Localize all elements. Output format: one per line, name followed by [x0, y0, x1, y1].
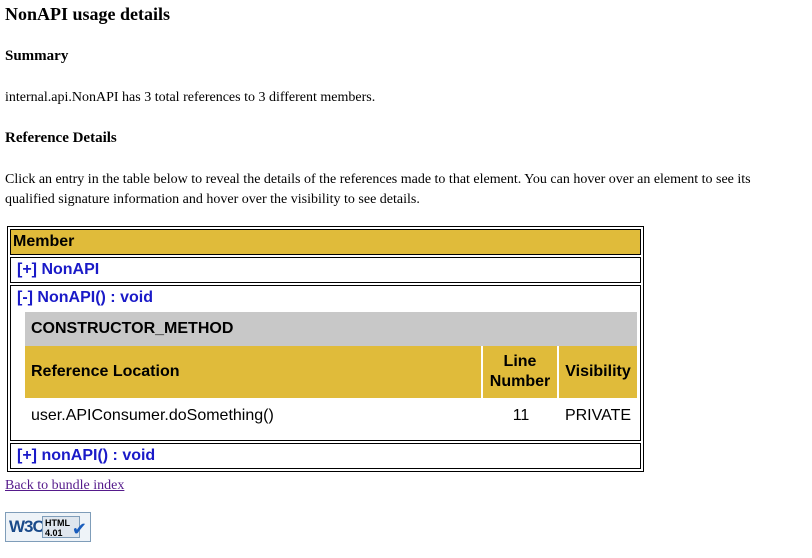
page-title: NonAPI usage details [5, 4, 171, 24]
line-number-header: Line Number [483, 346, 559, 398]
reference-details-heading: Reference Details [5, 130, 117, 146]
instructions-line-1: Click an entry in the table below to rev… [5, 172, 751, 187]
line-number-cell: 11 [512, 407, 530, 424]
reference-table: CONSTRUCTOR_METHOD Reference Location Li… [25, 312, 637, 434]
reference-location-cell: user.APIConsumer.doSomething() [31, 407, 274, 424]
table-row: user.APIConsumer.doSomething() 11 PRIVAT… [25, 398, 637, 434]
member-row-nonapi-constructor: [-] NonAPI() : void CONSTRUCTOR_METHOD R… [10, 285, 641, 441]
member-row-nonapi-type: [+] NonAPI [10, 257, 641, 283]
w3c-logo: W3C [9, 517, 45, 536]
w3c-html-validation-badge[interactable]: W3C HTML 4.01 ✔ [5, 512, 91, 542]
expand-nonapi-type-link[interactable]: [+] NonAPI [11, 258, 640, 282]
reference-location-header: Reference Location [25, 346, 483, 398]
html-badge-version: 4.01 [45, 528, 63, 538]
html-badge-label: HTML [45, 518, 70, 528]
expand-nonapi-method-link[interactable]: [+] nonAPI() : void [11, 444, 640, 468]
reference-details-panel: CONSTRUCTOR_METHOD Reference Location Li… [11, 310, 640, 440]
member-table: Member [+] NonAPI [-] NonAPI() : void CO… [7, 226, 644, 472]
collapse-nonapi-constructor-link[interactable]: [-] NonAPI() : void [11, 286, 640, 310]
summary-heading: Summary [5, 48, 69, 64]
back-to-bundle-index-link[interactable]: Back to bundle index [5, 478, 124, 494]
summary-text: internal.api.NonAPI has 3 total referenc… [5, 90, 376, 105]
instructions-line-2: qualified signature information and hove… [5, 192, 420, 207]
member-column-header: Member [10, 229, 641, 255]
member-row-nonapi-method: [+] nonAPI() : void [10, 443, 641, 469]
line-number-header-line2: Number [489, 373, 551, 390]
line-number-header-line1: Line [503, 353, 537, 370]
member-kind-label: CONSTRUCTOR_METHOD [25, 312, 637, 346]
visibility-header: Visibility [559, 346, 637, 398]
checkmark-icon: ✔ [71, 519, 87, 539]
visibility-cell[interactable]: PRIVATE [559, 398, 637, 434]
